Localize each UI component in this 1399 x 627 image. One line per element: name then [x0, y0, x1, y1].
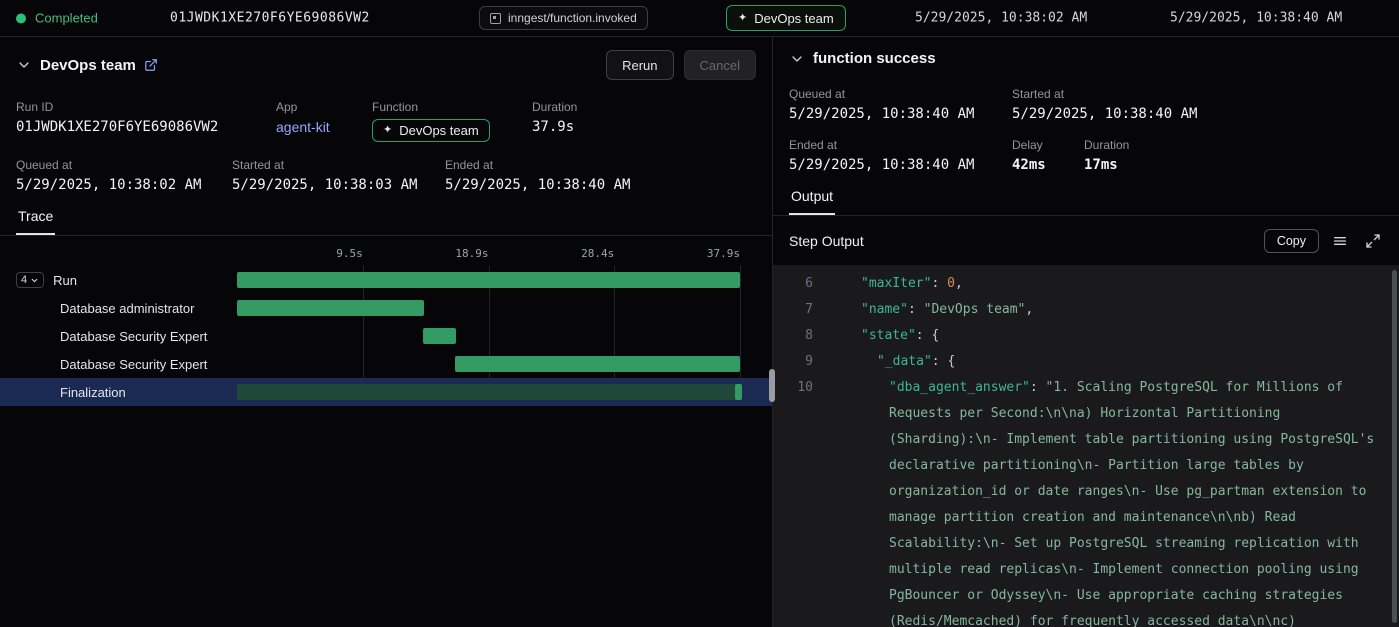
step-output-title: Step Output — [789, 233, 864, 249]
step-title: function success — [813, 50, 936, 67]
function-field-badge-label: DevOps team — [399, 123, 478, 138]
event-badge[interactable]: inngest/function.invoked — [479, 6, 648, 30]
step-duration-label: Duration — [1084, 138, 1129, 152]
span-bar — [237, 300, 424, 316]
code-scrollbar[interactable] — [1392, 270, 1397, 623]
code-line: 8 "state": { — [773, 323, 1399, 349]
trace-timeline: 9.5s 18.9s 28.4s 37.9s 4 Run — [0, 244, 772, 406]
trace-axis: 9.5s 18.9s 28.4s 37.9s — [237, 244, 740, 266]
run-tabbar: Trace — [0, 204, 772, 236]
cancel-button[interactable]: Cancel — [684, 50, 756, 80]
trace-row-database-security-expert-2[interactable]: Database Security Expert — [0, 350, 772, 378]
axis-tick: 37.9s — [237, 247, 743, 260]
trace-row-database-security-expert-1[interactable]: Database Security Expert — [0, 322, 772, 350]
trace-row-label: Database administrator — [60, 301, 194, 316]
trace-row-label: Run — [53, 273, 77, 288]
span-bar — [237, 272, 740, 288]
panel-resize-handle[interactable] — [769, 369, 775, 402]
span-track — [237, 384, 740, 400]
sparkle-icon: ✦ — [738, 13, 747, 24]
step-tabbar: Output — [773, 184, 1399, 216]
tab-trace[interactable]: Trace — [16, 204, 55, 235]
delay-value: 42ms — [1012, 157, 1084, 173]
function-badge-label: DevOps team — [754, 11, 833, 26]
expand-button[interactable] — [1361, 229, 1385, 253]
line-number: 10 — [773, 375, 813, 627]
top-end-time: 5/29/2025, 10:38:40 AM — [1170, 11, 1342, 26]
collapse-chevron-icon[interactable] — [789, 51, 805, 67]
app-label: App — [276, 100, 372, 114]
code-line: 7 "name": "DevOps team", — [773, 297, 1399, 323]
copy-button[interactable]: Copy — [1264, 229, 1319, 253]
event-badge-label: inngest/function.invoked — [508, 11, 637, 25]
span-bar — [455, 356, 740, 372]
code-line: 6 "maxIter": 0, — [773, 271, 1399, 297]
line-number: 7 — [773, 297, 813, 323]
top-start-time: 5/29/2025, 10:38:02 AM — [915, 11, 1087, 26]
step-ended-at-label: Ended at — [789, 138, 1012, 152]
queued-at-value: 5/29/2025, 10:38:02 AM — [16, 177, 232, 193]
run-title: DevOps team — [40, 57, 136, 74]
function-field-badge[interactable]: ✦ DevOps team — [372, 119, 490, 142]
step-queued-at-value: 5/29/2025, 10:38:40 AM — [789, 106, 1012, 122]
step-started-at-value: 5/29/2025, 10:38:40 AM — [1012, 106, 1197, 122]
step-duration-value: 17ms — [1084, 157, 1129, 173]
app-link[interactable]: agent-kit — [276, 119, 372, 135]
started-at-label: Started at — [232, 158, 445, 172]
duration-value: 37.9s — [532, 119, 577, 135]
trace-row-run[interactable]: 4 Run — [0, 266, 772, 294]
trace-row-label: Database Security Expert — [60, 357, 207, 372]
run-panel: DevOps team Rerun Cancel Run ID 01JWDK1X… — [0, 36, 773, 627]
line-number: 8 — [773, 323, 813, 349]
trace-row-finalization[interactable]: Finalization — [0, 378, 772, 406]
rerun-button[interactable]: Rerun — [606, 50, 673, 80]
duration-label: Duration — [532, 100, 577, 114]
step-panel: function success Queued at 5/29/2025, 10… — [773, 36, 1399, 627]
expand-icon — [1365, 233, 1381, 249]
run-status: Completed — [16, 11, 98, 26]
code-line: 10 "dba_agent_answer": "1. Scaling Postg… — [773, 375, 1399, 627]
top-run-id: 01JWDK1XE270F6YE69086VW2 — [170, 11, 370, 26]
step-ended-at-value: 5/29/2025, 10:38:40 AM — [789, 157, 1012, 173]
code-line: 9 "_data": { — [773, 349, 1399, 375]
step-queued-at-label: Queued at — [789, 87, 1012, 101]
trace-row-label: Finalization — [60, 385, 126, 400]
queued-at-label: Queued at — [16, 158, 232, 172]
trace-row-label: Database Security Expert — [60, 329, 207, 344]
event-icon — [490, 13, 501, 24]
function-label: Function — [372, 100, 532, 114]
ended-at-label: Ended at — [445, 158, 630, 172]
menu-lines-icon — [1332, 233, 1348, 249]
trace-row-database-administrator[interactable]: Database administrator — [0, 294, 772, 322]
run-children-toggle[interactable]: 4 — [16, 272, 44, 288]
function-badge[interactable]: ✦ DevOps team — [726, 5, 846, 31]
span-bar — [735, 384, 742, 400]
run-id-label: Run ID — [16, 100, 276, 114]
status-dot-icon — [16, 13, 26, 23]
collapse-chevron-icon[interactable] — [16, 57, 32, 73]
started-at-value: 5/29/2025, 10:38:03 AM — [232, 177, 445, 193]
run-children-count: 4 — [21, 274, 27, 286]
run-id-value: 01JWDK1XE270F6YE69086VW2 — [16, 119, 276, 135]
main-split: DevOps team Rerun Cancel Run ID 01JWDK1X… — [0, 36, 1399, 627]
view-options-button[interactable] — [1328, 229, 1352, 253]
line-number: 6 — [773, 271, 813, 297]
ended-at-value: 5/29/2025, 10:38:40 AM — [445, 177, 630, 193]
top-bar: Completed 01JWDK1XE270F6YE69086VW2 innge… — [0, 0, 1399, 37]
status-label: Completed — [35, 11, 98, 26]
line-number: 9 — [773, 349, 813, 375]
chevron-down-icon — [30, 276, 39, 285]
step-started-at-label: Started at — [1012, 87, 1197, 101]
tab-output[interactable]: Output — [789, 184, 835, 215]
external-link-icon[interactable] — [144, 58, 158, 72]
delay-label: Delay — [1012, 138, 1084, 152]
span-bar — [423, 328, 456, 344]
sparkle-icon: ✦ — [383, 125, 392, 136]
step-output-code: 6 "maxIter": 0, 7 "name": "DevOps team",… — [773, 265, 1399, 627]
